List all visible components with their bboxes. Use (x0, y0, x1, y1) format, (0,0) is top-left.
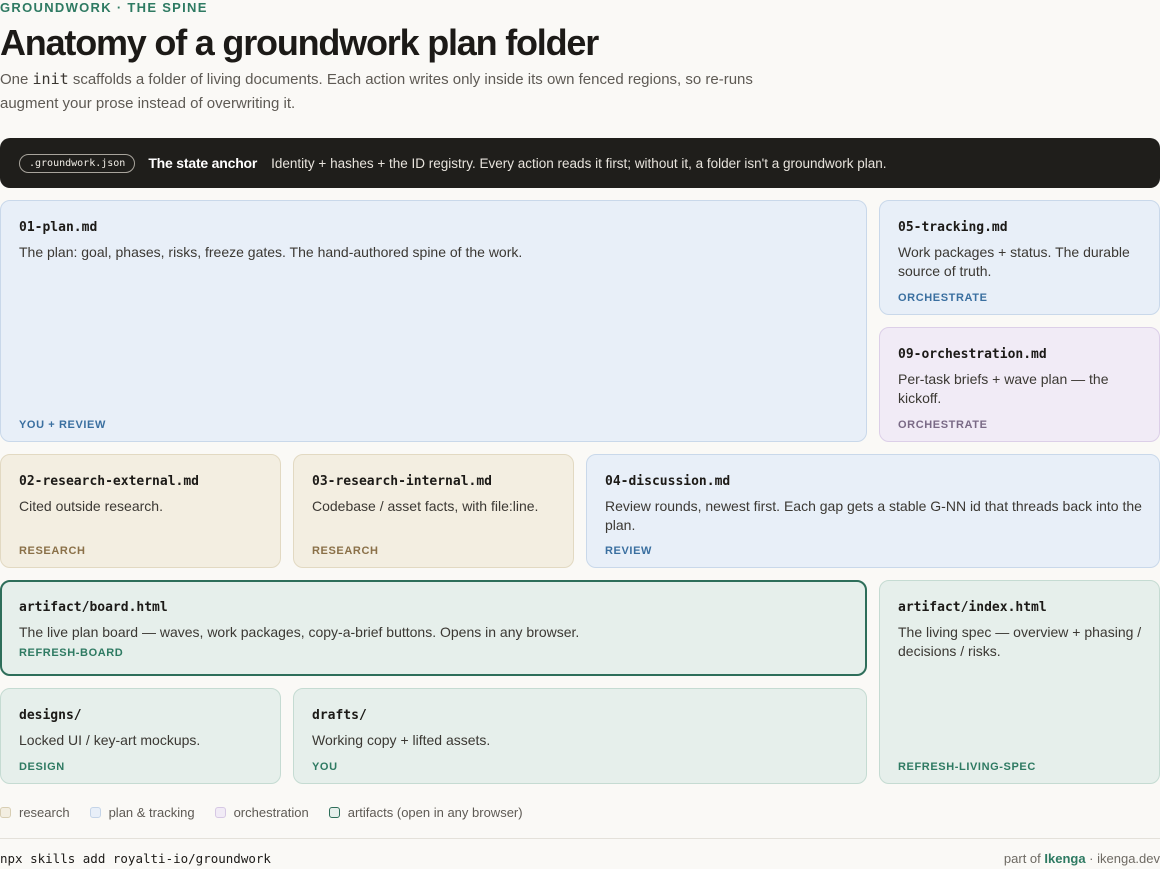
card-board-tag: REFRESH-BOARD (19, 647, 124, 659)
anchor-description: Identity + hashes + the ID registry. Eve… (271, 155, 887, 171)
legend-item-artifacts: artifacts (open in any browser) (328, 804, 523, 820)
card-tracking-filename: 05-tracking.md (898, 220, 1008, 235)
card-tracking: 05-tracking.md Work packages + status. T… (879, 200, 1160, 315)
card-discussion: 04-discussion.md Review rounds, newest f… (586, 454, 1160, 568)
card-discussion-description: Review rounds, newest first. Each gap ge… (605, 498, 1142, 533)
card-drafts-filename: drafts/ (312, 708, 367, 723)
card-board-filename: artifact/board.html (19, 600, 168, 615)
footer-credit: part of Ikenga · ikenga.dev (1004, 851, 1160, 866)
legend: research plan & tracking orchestration a… (0, 803, 543, 821)
eyebrow: GROUNDWORK · THE SPINE (0, 0, 208, 15)
legend-item-research: research (0, 805, 70, 820)
card-research-external-tag: RESEARCH (19, 545, 86, 557)
card-plan-filename: 01-plan.md (19, 220, 98, 235)
footer-divider (0, 838, 1160, 839)
page-title: Anatomy of a groundwork plan folder (0, 22, 599, 63)
card-research-external: 02-research-external.md Cited outside re… (0, 454, 281, 568)
card-designs-tag: DESIGN (19, 761, 65, 773)
credit-pre: part of (1003, 851, 1045, 866)
card-drafts: drafts/ Working copy + lifted assets. YO… (293, 688, 867, 784)
card-orchestration-tag: ORCHESTRATE (898, 419, 988, 431)
card-board-description: The live plan board — waves, work packag… (19, 624, 580, 640)
install-command[interactable]: npx skills add royalti-io/groundwork (0, 851, 271, 866)
card-designs-description: Locked UI / key-art mockups. (19, 732, 201, 748)
legend-label-plan-tracking: plan & tracking (108, 804, 195, 820)
subtitle-post: scaffolds a folder of living documents. … (0, 71, 753, 112)
card-plan-description: The plan: goal, phases, risks, freeze ga… (19, 244, 523, 260)
legend-swatch-plan-tracking (89, 806, 101, 818)
card-research-internal-description: Codebase / asset facts, with file:line. (312, 498, 539, 514)
card-research-internal: 03-research-internal.md Codebase / asset… (293, 454, 574, 568)
card-tracking-description: Work packages + status. The durable sour… (898, 244, 1130, 279)
card-drafts-tag: YOU (312, 761, 338, 773)
card-index-filename: artifact/index.html (898, 600, 1047, 615)
card-research-external-description: Cited outside research. (19, 498, 163, 514)
legend-swatch-orchestration (214, 806, 226, 818)
card-research-internal-tag: RESEARCH (312, 545, 379, 557)
card-board[interactable]: artifact/board.html The live plan board … (0, 580, 867, 676)
card-orchestration-description: Per-task briefs + wave plan — the kickof… (898, 371, 1109, 406)
card-research-internal-filename: 03-research-internal.md (312, 474, 493, 489)
card-index-tag: REFRESH-LIVING-SPEC (898, 761, 1036, 773)
card-designs: designs/ Locked UI / key-art mockups. DE… (0, 688, 281, 784)
legend-label-orchestration: orchestration (233, 804, 309, 820)
card-research-external-filename: 02-research-external.md (19, 474, 200, 489)
card-orchestration-filename: 09-orchestration.md (898, 347, 1047, 362)
card-discussion-tag: REVIEW (605, 545, 652, 557)
state-anchor-banner: .groundwork.json The state anchor Identi… (0, 138, 1160, 188)
page-subtitle: One init scaffolds a folder of living do… (0, 67, 760, 116)
brand-link[interactable]: Ikenga (1044, 851, 1085, 866)
subtitle-pre: One (0, 71, 33, 88)
legend-swatch-artifacts (328, 806, 340, 818)
legend-item-orchestration: orchestration (214, 804, 309, 820)
card-index-description: The living spec — overview + phasing / d… (898, 624, 1142, 659)
card-index[interactable]: artifact/index.html The living spec — ov… (879, 580, 1160, 784)
credit-post: · ikenga.dev (1085, 851, 1160, 866)
card-discussion-filename: 04-discussion.md (605, 474, 731, 489)
legend-item-plan-tracking: plan & tracking (89, 804, 195, 820)
card-plan: 01-plan.md The plan: goal, phases, risks… (0, 200, 867, 442)
card-designs-filename: designs/ (19, 708, 82, 723)
legend-label-artifacts: artifacts (open in any browser) (347, 804, 523, 820)
card-orchestration: 09-orchestration.md Per-task briefs + wa… (879, 327, 1160, 442)
init-code: init (32, 70, 69, 88)
anchor-title: The state anchor (148, 155, 258, 171)
legend-swatch-research (0, 806, 11, 818)
card-tracking-tag: ORCHESTRATE (898, 292, 988, 304)
card-drafts-description: Working copy + lifted assets. (312, 732, 491, 748)
legend-label-research: research (19, 804, 70, 820)
card-plan-tag: YOU + REVIEW (19, 419, 106, 431)
anchor-file-pill: .groundwork.json (19, 153, 136, 173)
